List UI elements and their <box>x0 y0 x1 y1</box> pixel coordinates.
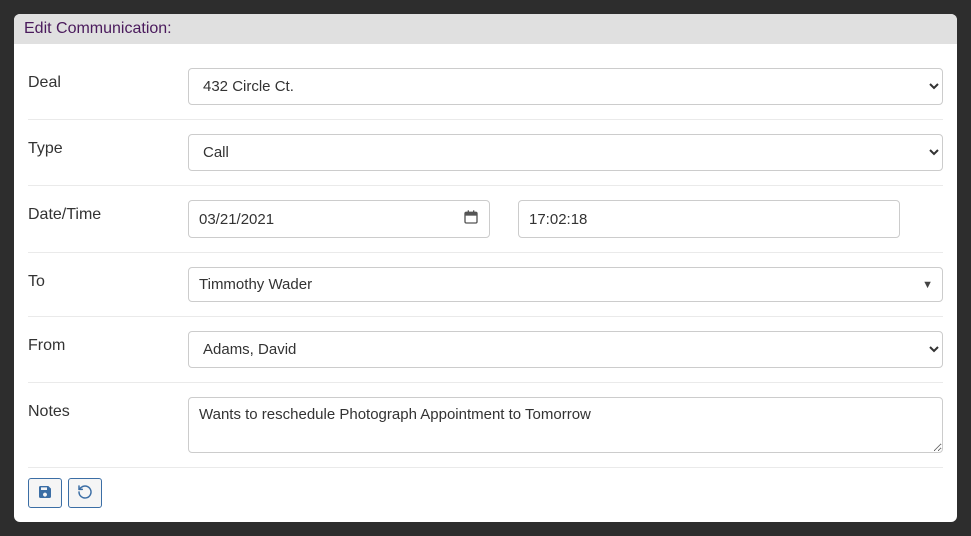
save-button[interactable] <box>28 478 62 508</box>
label-to: To <box>28 267 188 291</box>
form-body: Deal 432 Circle Ct. Type Call Date/Time … <box>14 44 957 522</box>
label-type: Type <box>28 134 188 158</box>
type-select[interactable]: Call <box>188 134 943 171</box>
button-row <box>28 478 943 508</box>
edit-communication-panel: Edit Communication: Deal 432 Circle Ct. … <box>14 14 957 522</box>
row-notes: Notes <box>28 383 943 468</box>
label-from: From <box>28 331 188 355</box>
label-datetime: Date/Time <box>28 200 188 224</box>
calendar-icon <box>463 209 479 229</box>
time-input[interactable]: 17:02:18 <box>518 200 900 238</box>
label-notes: Notes <box>28 397 188 421</box>
row-type: Type Call <box>28 120 943 186</box>
save-icon <box>37 484 53 503</box>
row-from: From Adams, David <box>28 317 943 383</box>
notes-textarea[interactable] <box>188 397 943 453</box>
row-to: To Timmothy Wader ▼ <box>28 253 943 317</box>
label-deal: Deal <box>28 68 188 92</box>
panel-title: Edit Communication: <box>14 14 957 44</box>
row-datetime: Date/Time 03/21/2021 17:02:18 <box>28 186 943 253</box>
time-value: 17:02:18 <box>529 211 587 228</box>
from-select[interactable]: Adams, David <box>188 331 943 368</box>
undo-icon <box>77 484 93 503</box>
date-input[interactable]: 03/21/2021 <box>188 200 490 238</box>
to-value: Timmothy Wader <box>188 267 943 302</box>
undo-button[interactable] <box>68 478 102 508</box>
deal-select[interactable]: 432 Circle Ct. <box>188 68 943 105</box>
row-deal: Deal 432 Circle Ct. <box>28 54 943 120</box>
to-combo[interactable]: Timmothy Wader ▼ <box>188 267 943 302</box>
date-value: 03/21/2021 <box>199 211 274 228</box>
